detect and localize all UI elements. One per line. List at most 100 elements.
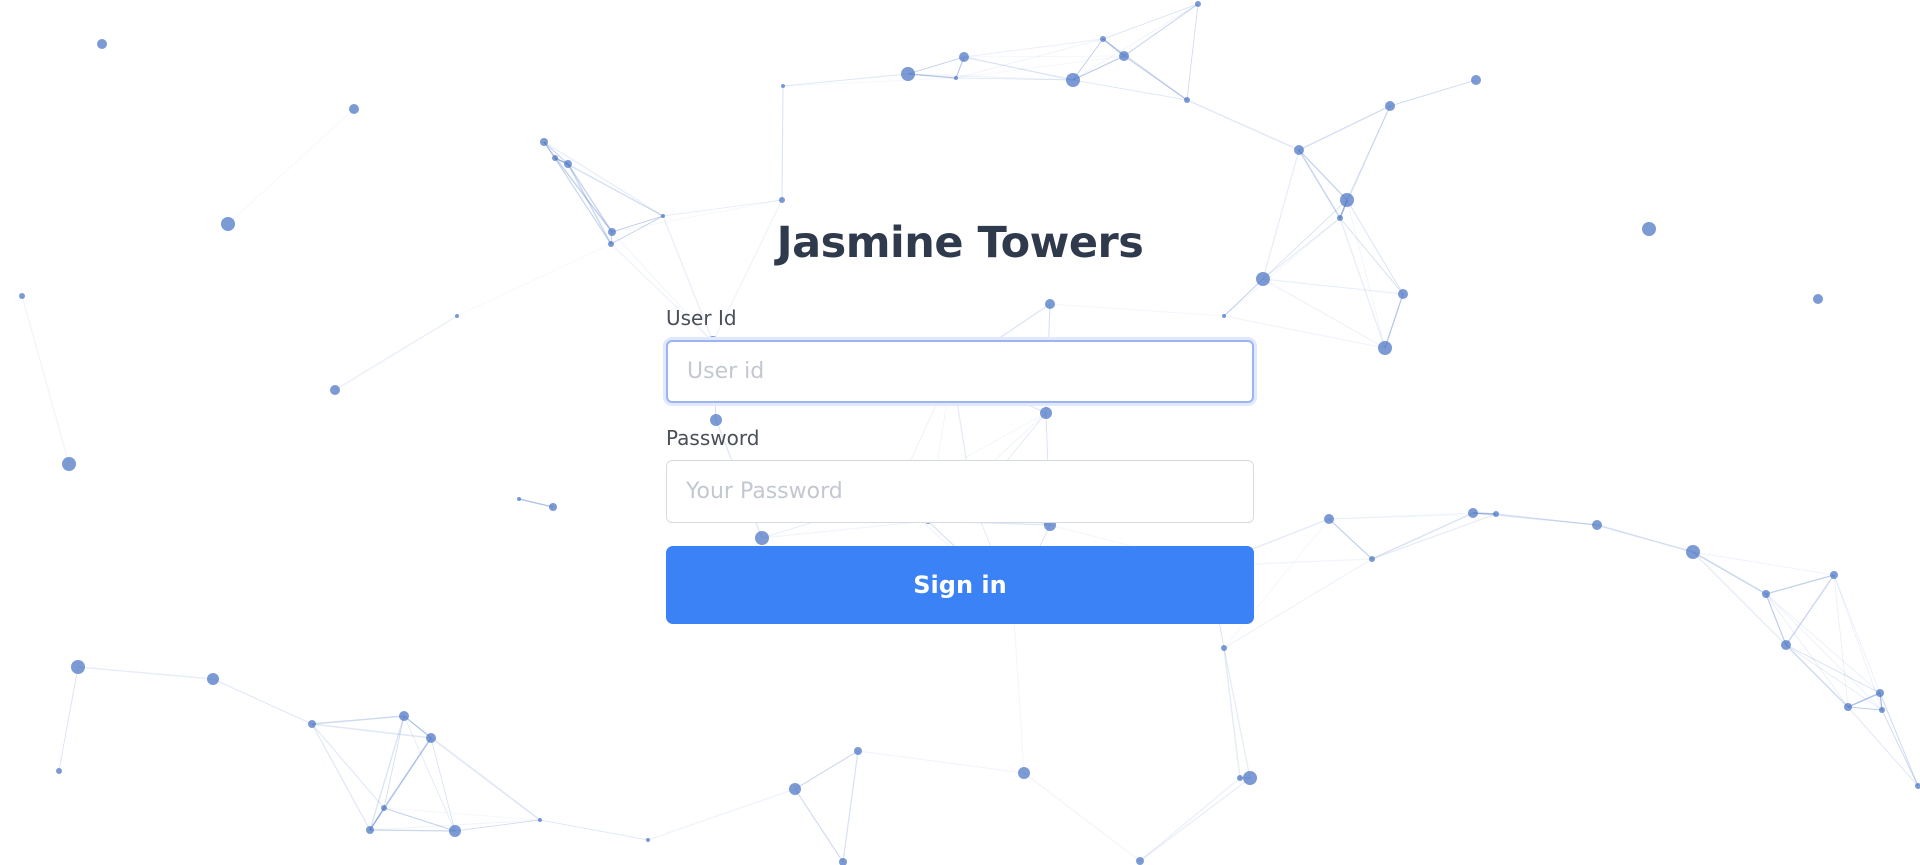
network-link [1298, 149, 1341, 219]
network-link [1785, 644, 1883, 711]
network-node [1471, 75, 1481, 85]
network-link [1262, 278, 1386, 349]
network-link [782, 73, 909, 87]
network-node [540, 138, 548, 146]
network-node [564, 160, 572, 168]
network-node [1830, 571, 1838, 579]
network-link [1765, 593, 1883, 711]
network-node [1398, 289, 1408, 299]
network-node [1018, 767, 1030, 779]
network-link [456, 243, 612, 317]
network-node [1195, 1, 1201, 7]
network-link [1102, 3, 1199, 40]
network-link [518, 498, 554, 508]
network-node [538, 818, 542, 822]
network-link [454, 819, 541, 832]
network-node [62, 457, 76, 471]
network-node [1100, 36, 1106, 42]
network-link [1186, 3, 1199, 101]
network-node [854, 747, 862, 755]
network-link [1785, 574, 1835, 646]
network-link [567, 163, 613, 233]
network-node [1781, 640, 1791, 650]
network-link [1765, 574, 1835, 595]
network-node [1813, 294, 1823, 304]
login-form: Jasmine Towers User Id Password Sign in [666, 210, 1254, 624]
network-link [1785, 644, 1849, 708]
network-link [1847, 706, 1919, 787]
network-node [608, 228, 616, 236]
network-node [1369, 556, 1375, 562]
network-link [543, 141, 664, 217]
network-node [954, 76, 958, 80]
network-node [661, 214, 665, 218]
network-link [311, 715, 405, 725]
network-link [842, 750, 859, 863]
network-node [1642, 222, 1656, 236]
network-node [1184, 97, 1190, 103]
network-link [1495, 513, 1598, 526]
network-link [383, 807, 541, 821]
network-link [955, 55, 1125, 79]
network-node [1221, 645, 1227, 651]
network-node [381, 805, 387, 811]
network-node [1256, 272, 1270, 286]
network-node [330, 385, 340, 395]
network-node [779, 197, 785, 203]
network-link [1262, 149, 1300, 280]
network-node [349, 104, 359, 114]
network-node [1243, 771, 1257, 785]
network-link [1186, 99, 1300, 151]
user-id-input[interactable] [666, 340, 1254, 403]
network-link [1847, 692, 1881, 708]
network-node [1340, 193, 1354, 207]
network-link [1346, 199, 1386, 349]
network-link [1012, 601, 1025, 774]
network-node [1237, 775, 1243, 781]
network-node [97, 39, 107, 49]
network-link [58, 666, 79, 772]
network-link [782, 77, 957, 87]
network-link [369, 829, 456, 832]
network-link [539, 819, 649, 841]
page-title: Jasmine Towers [776, 218, 1144, 268]
network-node [839, 858, 847, 865]
network-link [430, 737, 541, 821]
password-input[interactable] [666, 460, 1254, 523]
sign-in-button[interactable]: Sign in [666, 546, 1254, 624]
password-label: Password [666, 426, 760, 450]
network-link [1596, 524, 1694, 553]
network-link [311, 723, 371, 831]
network-node [1468, 508, 1478, 518]
network-link [1123, 3, 1199, 57]
network-node [366, 826, 374, 834]
network-node [449, 825, 461, 837]
network-link [794, 750, 859, 790]
network-link [963, 55, 1125, 58]
network-node [308, 720, 316, 728]
network-link [857, 750, 1025, 774]
network-node [1592, 520, 1602, 530]
network-link [227, 108, 355, 225]
network-link [1123, 55, 1188, 101]
network-node [781, 84, 785, 88]
network-link [334, 315, 458, 391]
network-node [1879, 707, 1885, 713]
network-link [21, 295, 70, 465]
network-node [1324, 514, 1334, 524]
network-link [1879, 692, 1919, 787]
network-link [1339, 217, 1386, 349]
network-node [646, 838, 650, 842]
network-node [19, 293, 25, 299]
network-node [1294, 145, 1304, 155]
network-link [794, 788, 844, 863]
network-link [1328, 518, 1373, 560]
network-link [1371, 512, 1474, 560]
network-node [1844, 703, 1852, 711]
network-link [1298, 149, 1348, 201]
network-link [1371, 513, 1497, 560]
network-node [549, 503, 557, 511]
network-node [71, 660, 85, 674]
network-link [1339, 217, 1404, 295]
network-node [1119, 51, 1129, 61]
